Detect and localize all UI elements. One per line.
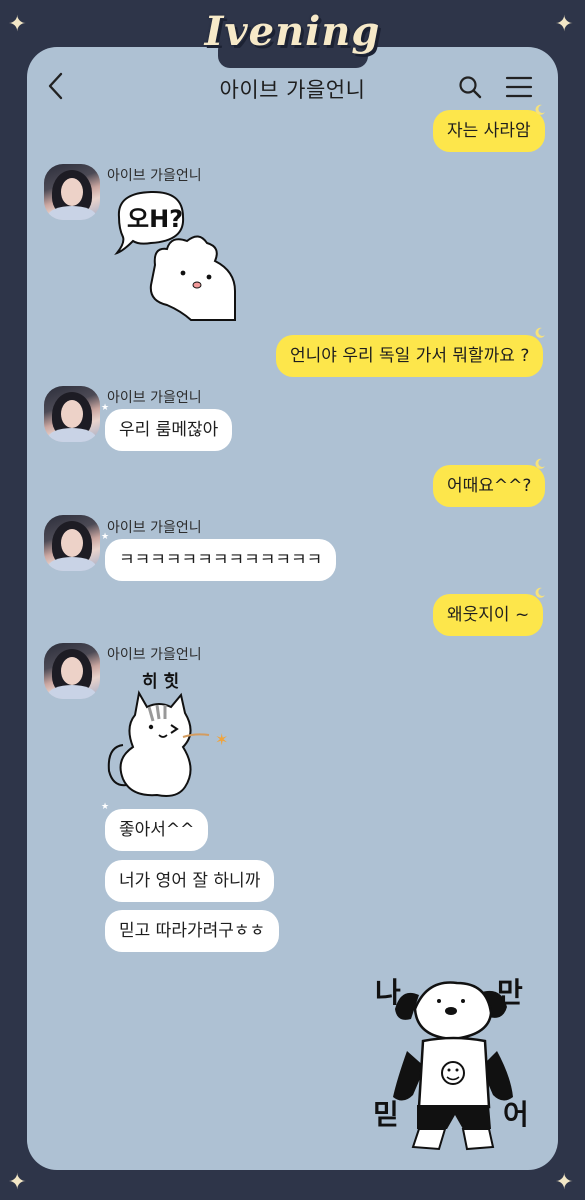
menu-icon[interactable] bbox=[505, 75, 533, 99]
their-message-bubble[interactable]: 너가 영어 잘 하니까 bbox=[105, 860, 275, 902]
moon-icon bbox=[535, 327, 545, 338]
my-message-bubble[interactable]: 왜웃지이 ~ bbox=[433, 594, 544, 636]
sender-name: 아이브 가을언니 bbox=[107, 390, 202, 406]
my-message-bubble[interactable]: 어때요^^? bbox=[433, 465, 546, 507]
their-message-bubble[interactable]: 우리 룸메잖아 bbox=[105, 409, 233, 451]
bear-sticker-text: 오H? bbox=[127, 205, 184, 233]
sparkle-icon: ✦ bbox=[555, 1170, 574, 1195]
avatar[interactable] bbox=[44, 386, 100, 442]
their-message-bubble[interactable]: 좋아서^^ bbox=[105, 809, 209, 851]
dog-sticker-text: 나 bbox=[375, 976, 401, 1009]
sender-name: 아이브 가을언니 bbox=[107, 520, 202, 536]
sparkle-icon: ✦ bbox=[8, 1170, 27, 1195]
my-message-bubble[interactable]: 자는 사라암 bbox=[433, 110, 545, 152]
moon-icon bbox=[535, 104, 545, 115]
avatar[interactable] bbox=[44, 643, 100, 699]
star-icon: ★ bbox=[101, 802, 110, 812]
search-icon[interactable] bbox=[457, 74, 483, 100]
my-message-bubble[interactable]: 언니야 우리 독일 가서 뭐할까요 ? bbox=[276, 335, 544, 377]
their-message-bubble[interactable]: ㅋㅋㅋㅋㅋㅋㅋㅋㅋㅋㅋㅋㅋ bbox=[105, 539, 337, 581]
dog-sticker-text: 어 bbox=[503, 1098, 529, 1131]
avatar[interactable] bbox=[44, 515, 100, 571]
cat-sticker[interactable]: ✶ bbox=[105, 687, 235, 803]
chat-window: 아이브 가을언니 자는 사라암 아이브 가을언니 오H? 언니야 우리 독일 가… bbox=[27, 47, 558, 1170]
dog-sticker-text: 만 bbox=[497, 976, 523, 1009]
dog-sticker-text: 믿 bbox=[373, 1098, 399, 1131]
their-message-bubble[interactable]: 믿고 따라가려구ㅎㅎ bbox=[105, 910, 280, 952]
star-icon: ★ bbox=[101, 403, 110, 413]
moon-icon bbox=[535, 458, 545, 469]
svg-text:✶: ✶ bbox=[215, 730, 228, 749]
star-icon: ★ bbox=[101, 532, 110, 542]
sender-name: 아이브 가을언니 bbox=[107, 168, 202, 184]
moon-icon bbox=[535, 587, 545, 598]
avatar[interactable] bbox=[44, 164, 100, 220]
sender-name: 아이브 가을언니 bbox=[107, 647, 202, 663]
brand-logo: Ivening bbox=[204, 8, 381, 55]
